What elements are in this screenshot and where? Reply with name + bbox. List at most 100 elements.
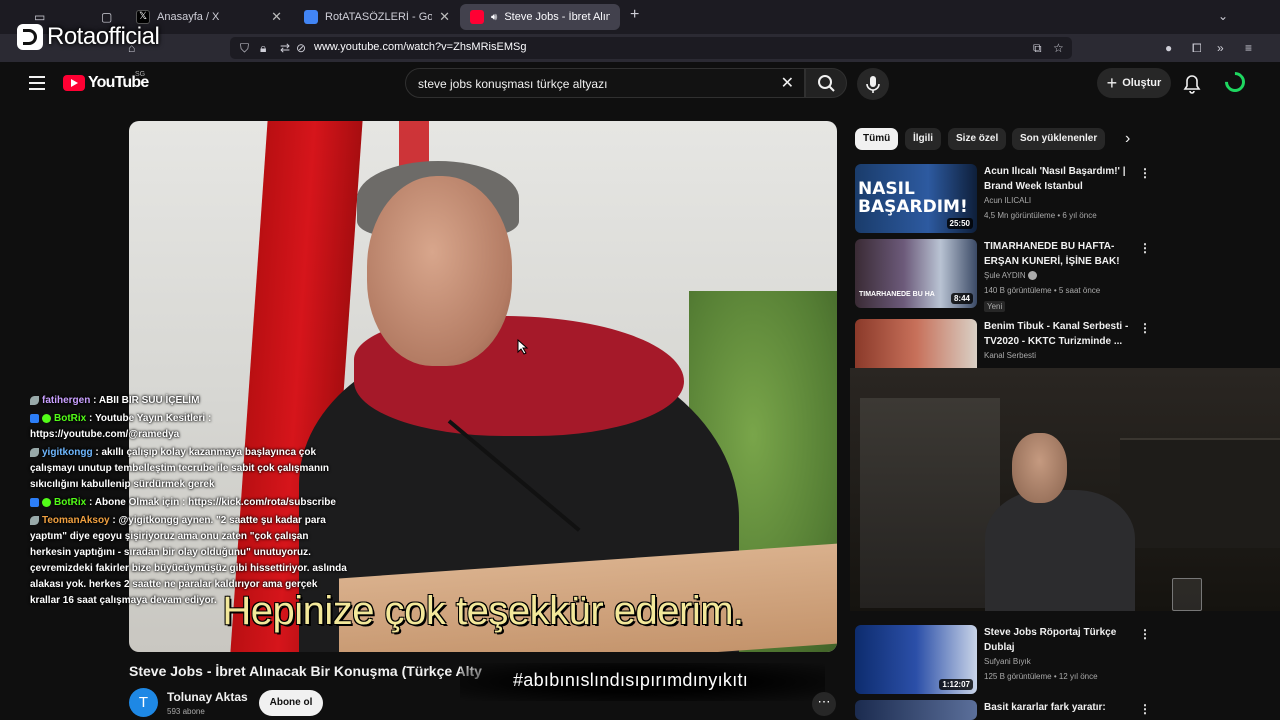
chip-related[interactable]: İlgili [905,128,941,150]
tab-overview-icon[interactable]: ▢ [101,10,112,24]
video-thumbnail[interactable]: TIMARHANEDE BU HA 8:44 [855,239,977,308]
video-title: Steve Jobs - İbret Alınacak Bir Konuşma … [129,663,482,679]
chip-recently-uploaded[interactable]: Son yüklenenler [1012,128,1106,150]
video-thumbnail[interactable] [855,700,977,720]
verified-badge-icon [42,413,51,423]
chat-username: TeomanAksoy [42,515,110,526]
clear-search-icon[interactable]: ✕ [781,73,794,93]
new-badge: Yeni [984,301,1006,312]
related-video-meta: 140 B görüntüleme • 5 saat önce [984,286,1101,295]
chat-message: BotRix : Abone Olmak için : https://kick… [30,495,350,511]
chat-text: : Abone Olmak için : https://kick.com/ro… [89,497,336,508]
app-menu-icon[interactable]: ≡ [1245,41,1252,55]
notifications-button[interactable] [1183,74,1201,99]
navigation-bar: ⌂ ⛉ 🔒︎ ⇄ ⊘ www.youtube.com/watch?v=ZhsMR… [0,34,1280,62]
list-tabs-icon[interactable]: ⌄ [1218,9,1228,23]
related-video-title: Acun Ilıcalı 'Nasıl Başardım!' | Brand W… [984,166,1126,192]
more-vert-icon[interactable]: ⋮ [1139,702,1151,716]
shield-icon[interactable]: ⛉ [240,41,249,55]
more-vert-icon[interactable]: ⋮ [1139,321,1151,335]
more-vert-icon[interactable]: ⋮ [1139,166,1151,180]
related-video[interactable]: TIMARHANEDE BU HA 8:44 TIMARHANEDE BU HA… [855,239,1155,312]
thumbnail-text: TIMARHANEDE BU HA [859,291,935,298]
chat-username: BotRix [54,497,87,508]
viewer-badge-icon [30,515,39,525]
related-video[interactable]: Basit kararlar fark yaratır: ⋮ [855,700,1155,720]
related-video-channel[interactable]: Sufyani Bıyık [984,657,1031,666]
webcam-background [860,398,1000,608]
youtube-favicon-icon [470,10,484,24]
microphone-icon [866,76,880,93]
more-actions-button[interactable]: ⋯ [812,692,836,716]
create-button[interactable]: + Oluştur [1097,68,1171,98]
profile-icon[interactable]: ● [1165,41,1172,55]
verified-check-icon [1027,271,1037,281]
new-tab-icon[interactable]: + [630,7,639,23]
youtube-play-icon [63,75,85,91]
search-query-text[interactable]: steve jobs konuşması türkçe altyazı [418,77,607,91]
tab-google-docs[interactable]: RotATASÖZLERİ - Google Dokü ✕ [294,4,460,30]
video-thumbnail[interactable]: NASIL BAŞARDIM! 25:50 [855,164,977,233]
related-video-channel[interactable]: Acun ILICALI [984,196,1031,205]
chip-all[interactable]: Tümü [855,128,899,150]
extensions-icon[interactable]: ⧠ [1192,41,1202,55]
subscriber-count: 593 abone [167,707,205,716]
sidebar-icon[interactable]: ▭ [34,10,45,24]
related-video-title: TIMARHANEDE BU HAFTA- ERŞAN KUNERİ, İŞİN… [984,241,1120,267]
streamer-logo: Rotaofficial [17,23,160,51]
video-thumbnail[interactable]: 1:12:07 [855,625,977,694]
search-icon [818,75,835,92]
mouse-cursor-icon [517,339,529,355]
close-tab-icon[interactable]: ✕ [271,9,282,25]
tab-youtube[interactable]: 🔊︎ Steve Jobs - İbret Alınacak [460,4,620,30]
related-video-title: Steve Jobs Röportaj Türkçe Dublaj [984,627,1117,653]
voice-search-button[interactable] [857,68,889,100]
search-button[interactable] [805,68,847,98]
account-avatar[interactable] [1220,67,1250,97]
close-tab-icon[interactable]: ✕ [439,9,450,25]
channel-avatar[interactable]: T [129,688,158,717]
chat-message: fatihergen : ABII BIR SUU İÇELİM [30,393,350,409]
related-video[interactable]: 1:12:07 Steve Jobs Röportaj Türkçe Dubla… [855,625,1155,697]
bookmark-star-icon[interactable]: ☆ [1053,41,1064,55]
related-video[interactable]: NASIL BAŞARDIM! 25:50 Acun Ilıcalı 'Nası… [855,164,1155,236]
screen: { "browser": { "tabs": [ {"title": "", "… [0,0,1280,720]
chat-message: yigitkongg : akıllı çalışıp kolay kazanm… [30,445,350,493]
streamer-name: Rotaofficial [47,23,160,50]
chat-text: : @yigitkongg aynen. "2 saatte şu kadar … [30,515,347,606]
related-video-channel[interactable]: Şule AYDIN [984,271,1037,281]
video-duration: 1:12:07 [939,679,973,690]
related-video-channel[interactable]: Kanal Serbesti [984,351,1036,360]
more-vert-icon[interactable]: ⋮ [1139,241,1151,255]
related-video-title: Basit kararlar fark yaratır: [984,702,1106,713]
address-bar[interactable]: ⛉ 🔒︎ ⇄ ⊘ www.youtube.com/watch?v=ZhsMRis… [230,37,1072,59]
subscribe-button[interactable]: Abone ol [259,690,323,716]
lock-icon[interactable]: 🔒︎ [260,41,266,55]
more-vert-icon[interactable]: ⋮ [1139,627,1151,641]
webcam-streamer-body [985,490,1135,611]
tracking-icon[interactable]: ⊘ [296,41,306,55]
url-text[interactable]: www.youtube.com/watch?v=ZhsMRisEMSg [314,41,526,53]
country-code: SG [135,71,146,78]
picture-in-picture-icon[interactable]: ⧉ [1033,41,1042,55]
stream-chat-overlay: fatihergen : ABII BIR SUU İÇELİM BotRix … [30,393,350,611]
channel-name[interactable]: Tolunay Aktas [167,690,248,704]
search-input[interactable]: steve jobs konuşması türkçe altyazı ✕ [405,68,805,98]
chat-message: TeomanAksoy : @yigitkongg aynen. "2 saat… [30,513,350,609]
bot-badge-icon [30,413,39,423]
viewer-badge-icon [30,395,39,405]
chat-message: BotRix : Youtube Yayın Kesitleri : https… [30,411,350,443]
hashtag-overlay: #abıbınıslındısıpırımdınyıkıtı [513,670,749,690]
speaker-icon[interactable]: 🔊︎ [491,12,497,23]
chevron-right-icon[interactable]: › [1125,130,1130,148]
guide-menu-icon[interactable] [29,76,45,90]
chip-for-you[interactable]: Size özel [948,128,1007,150]
overflow-chevrons-icon[interactable]: » [1217,41,1224,55]
related-video-title: Benim Tibuk - Kanal Serbesti - TV2020 - … [984,321,1129,347]
x-logo-icon: 𝕏 [136,10,150,24]
permissions-icon[interactable]: ⇄ [280,41,290,55]
create-label: Oluştur [1122,77,1162,89]
browser-tab-strip: ▭ ▢ 𝕏 Anasayfa / X ✕ RotATASÖZLERİ - Goo… [0,0,1280,34]
plus-icon: + [1106,72,1118,93]
webcam-background [1120,438,1280,548]
